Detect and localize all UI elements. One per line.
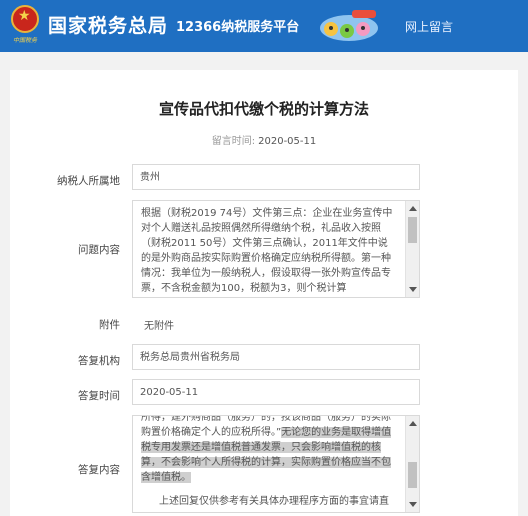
online-message-link[interactable]: 网上留言 [405, 18, 453, 35]
page-title: 宣传品代扣代缴个税的计算方法 [158, 100, 369, 118]
message-time-label: 留言时间: [211, 136, 256, 147]
question-label: 问题内容 [78, 244, 120, 256]
agency-field: 税务总局贵州省税务局 [132, 344, 420, 370]
scroll-down-arrow-icon[interactable] [409, 287, 417, 292]
tax-emblem-logo: ★ 中国税务 [8, 5, 42, 44]
message-time: 留言时间: 2020-05-11 [10, 132, 518, 147]
question-scrollbar[interactable] [405, 201, 419, 297]
question-content-box[interactable]: 根据（财税2019 74号）文件第三点：企业在业务宣传中对个人赠送礼品按照偶然所… [132, 200, 420, 298]
reply-scrollbar[interactable] [405, 416, 419, 512]
message-time-value: 2020-05-11 [258, 136, 317, 147]
reply-paragraph-gap [141, 485, 397, 494]
top-header: ★ 中国税务 国家税务总局 12366纳税服务平台 网上留言 [0, 0, 528, 52]
reply-time-field: 2020-05-11 [132, 379, 420, 405]
reply-text-part-2: 上述回复仅供参考有关具体办理程序方面的事宜请直 [159, 496, 389, 507]
scroll-up-arrow-icon[interactable] [409, 206, 417, 211]
location-label: 纳税人所属地 [57, 175, 120, 187]
emblem-script: 中国税务 [12, 37, 37, 44]
location-field: 贵州 [132, 164, 420, 190]
platform-title: 12366纳税服务平台 [176, 20, 300, 35]
reply-scroll-thumb[interactable] [408, 462, 417, 488]
reply-time-label: 答复时间 [78, 390, 120, 402]
reply-content-box[interactable]: 所得，建外购商品（服务）的，按该商品（服务）的实际购置价格确定个人的应税所得。”… [132, 415, 420, 513]
reply-content-label: 答复内容 [78, 464, 120, 476]
content-card: 宣传品代扣代缴个税的计算方法 留言时间: 2020-05-11 纳税人所属地 贵州… [10, 70, 518, 516]
brand-title: 国家税务总局 [48, 15, 169, 37]
mascot-logo [320, 10, 378, 41]
scroll-down-arrow-icon[interactable] [409, 502, 417, 507]
emblem-star-icon: ★ [18, 8, 31, 24]
question-content-text: 根据（财税2019 74号）文件第三点：企业在业务宣传中对个人赠送礼品按照偶然所… [141, 208, 393, 294]
question-scroll-thumb[interactable] [408, 217, 417, 243]
scroll-up-arrow-icon[interactable] [409, 421, 417, 426]
attachment-value: 无附件 [144, 321, 174, 332]
attachment-label: 附件 [99, 319, 120, 331]
reply-content-text: 所得，建外购商品（服务）的，按该商品（服务）的实际购置价格确定个人的应税所得。”… [141, 416, 397, 509]
agency-label: 答复机构 [78, 355, 120, 367]
